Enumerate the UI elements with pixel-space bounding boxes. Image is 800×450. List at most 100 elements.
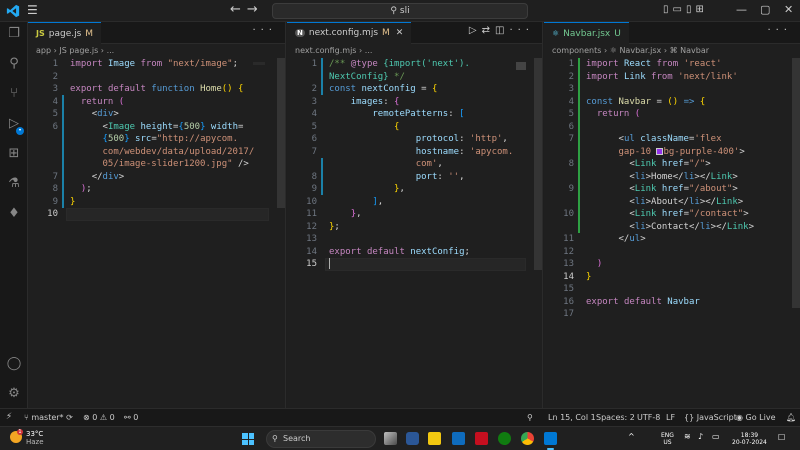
- settings-gear-icon[interactable]: ⚙: [6, 386, 22, 402]
- close-tab-icon[interactable]: ✕: [396, 28, 404, 38]
- command-center-search[interactable]: ⚲ sli: [272, 3, 528, 19]
- code-line[interactable]: 10: [28, 208, 285, 221]
- code-line[interactable]: 11 },: [287, 208, 542, 221]
- code-line[interactable]: {500} src="http://apycom.: [28, 133, 285, 146]
- run-debug-icon[interactable]: ▷: [6, 116, 22, 132]
- minimize-button[interactable]: —: [736, 3, 747, 16]
- breadcrumb-item[interactable]: components: [552, 46, 601, 55]
- code-line[interactable]: 9}: [28, 196, 285, 209]
- code-line[interactable]: 13 ): [544, 258, 800, 271]
- breadcrumb-item[interactable]: ⚛ Navbar.jsx: [610, 46, 662, 55]
- code-line[interactable]: 14 export default nextConfig;: [287, 246, 542, 259]
- code-line[interactable]: 12};: [287, 221, 542, 234]
- code-line[interactable]: 1 import Image from "next/image";: [28, 58, 285, 71]
- mail-icon[interactable]: [452, 432, 465, 445]
- source-control-icon[interactable]: ⑂: [6, 86, 22, 102]
- code-line[interactable]: 15: [544, 283, 800, 296]
- code-line[interactable]: 9 <Link href="/about">: [544, 183, 800, 196]
- breadcrumb-item[interactable]: next.config.mjs: [295, 46, 356, 55]
- code-line[interactable]: 11 </ul>: [544, 233, 800, 246]
- wifi-icon[interactable]: ≋: [684, 432, 691, 441]
- widgets-icon[interactable]: [406, 432, 419, 445]
- code-line[interactable]: 3 images: {: [287, 96, 542, 109]
- code-line[interactable]: 5 <div>: [28, 108, 285, 121]
- language-indicator[interactable]: ENG US: [661, 432, 674, 446]
- toggle-panel-icon[interactable]: ▭: [673, 4, 686, 15]
- toggle-sidebar-icon[interactable]: ▯: [663, 4, 673, 15]
- code-line[interactable]: 9 },: [287, 183, 542, 196]
- customize-layout-icon[interactable]: ⊞: [695, 4, 707, 15]
- code-line[interactable]: 5 {: [287, 121, 542, 134]
- code-line[interactable]: 8 port: '',: [287, 171, 542, 184]
- testing-icon[interactable]: ⚗: [6, 176, 22, 192]
- vscode-taskbar-icon[interactable]: [544, 432, 557, 450]
- breadcrumb-item[interactable]: ...: [365, 46, 373, 55]
- notification-center-icon[interactable]: ☐: [778, 433, 785, 442]
- breadcrumb-item[interactable]: app: [36, 46, 51, 55]
- more-actions-icon[interactable]: ···: [252, 25, 277, 36]
- go-live-button[interactable]: ◉ Go Live: [736, 409, 776, 426]
- code-line[interactable]: 4 return (: [28, 96, 285, 109]
- code-line[interactable]: NextConfig} */: [287, 71, 542, 84]
- code-line[interactable]: 5 return (: [544, 108, 800, 121]
- code-line[interactable]: 3 export default function Home() {: [28, 83, 285, 96]
- clock[interactable]: 18:39 20-07-2024: [732, 432, 767, 446]
- file-explorer-icon[interactable]: [428, 432, 441, 445]
- chrome-icon[interactable]: [521, 432, 534, 445]
- speaker-icon[interactable]: ♪: [698, 432, 703, 441]
- code-editor[interactable]: 1 /** @type {import('next'). NextConfig} *…: [287, 58, 542, 408]
- code-line[interactable]: 8 <Link href="/">: [544, 158, 800, 171]
- code-line[interactable]: 4 const Navbar = () => {: [544, 96, 800, 109]
- code-editor[interactable]: 1 import React from 'react' 2 import Link f…: [544, 58, 800, 408]
- maximize-button[interactable]: ▢: [760, 3, 770, 16]
- branch-indicator[interactable]: ⑂ master* ⟳: [24, 409, 73, 426]
- code-line[interactable]: com',: [287, 158, 542, 171]
- code-line[interactable]: 14}: [544, 271, 800, 284]
- code-line[interactable]: 12: [544, 246, 800, 259]
- breadcrumb-item[interactable]: JS page.js: [59, 46, 98, 55]
- code-line[interactable]: <li>Contact</li></Link>: [544, 221, 800, 234]
- code-line[interactable]: 3: [544, 83, 800, 96]
- end-of-line[interactable]: LF: [666, 409, 675, 426]
- code-line[interactable]: 7 <ul className='flex: [544, 133, 800, 146]
- code-line[interactable]: 13: [287, 233, 542, 246]
- code-line[interactable]: 2 const nextConfig = {: [287, 83, 542, 96]
- indentation[interactable]: Spaces: 2: [596, 409, 635, 426]
- code-line[interactable]: <li>Home</li></Link>: [544, 171, 800, 184]
- close-window-button[interactable]: ✕: [784, 3, 793, 16]
- code-line[interactable]: 6 <Image height={500} width=: [28, 121, 285, 134]
- code-line[interactable]: 7 </div>: [28, 171, 285, 184]
- code-line[interactable]: 4 remotePatterns: [: [287, 108, 542, 121]
- code-line[interactable]: 10 ],: [287, 196, 542, 209]
- problems-indicator[interactable]: ⊗ 0 ⚠ 0: [83, 409, 115, 426]
- forward-arrow-icon[interactable]: →: [247, 2, 264, 17]
- code-line[interactable]: 7 hostname: 'apycom.: [287, 146, 542, 159]
- back-arrow-icon[interactable]: ←: [230, 2, 247, 17]
- taskbar-search[interactable]: ⚲ Search: [266, 430, 376, 448]
- code-line[interactable]: 10 <Link href="/contact">: [544, 208, 800, 221]
- more-actions-icon[interactable]: ···: [509, 25, 534, 36]
- remote-indicator-icon[interactable]: ⚡: [0, 409, 18, 426]
- tab-navbar-jsx[interactable]: ⚛ Navbar.jsx U: [544, 22, 629, 44]
- compare-icon[interactable]: ⇄: [482, 25, 495, 36]
- code-line[interactable]: 05/image-slider1200.jpg" />: [28, 158, 285, 171]
- tab-next-config[interactable]: Nnext.config.mjs M ✕: [287, 22, 412, 44]
- explorer-icon[interactable]: ❐: [6, 26, 22, 42]
- code-line[interactable]: 15: [287, 258, 542, 271]
- tab-page-js[interactable]: JS page.js M: [28, 22, 102, 44]
- search-icon[interactable]: ⚲: [6, 56, 22, 72]
- xbox-icon[interactable]: [498, 432, 511, 445]
- app-red-icon[interactable]: [475, 432, 488, 445]
- code-editor[interactable]: 1 import Image from "next/image"; 2 3 export…: [28, 58, 285, 408]
- split-editor-icon[interactable]: ◫: [495, 25, 509, 36]
- code-line[interactable]: 17: [544, 308, 800, 321]
- breadcrumb-item[interactable]: ...: [107, 46, 115, 55]
- extensions-icon[interactable]: ⊞: [6, 146, 22, 162]
- cursor-position[interactable]: Ln 15, Col 1: [548, 409, 596, 426]
- task-view-icon[interactable]: [384, 432, 397, 445]
- code-line[interactable]: com/webdev/data/upload/2017/: [28, 146, 285, 159]
- code-line[interactable]: 2: [28, 71, 285, 84]
- zoom-icon[interactable]: ⚲: [527, 409, 533, 426]
- code-line[interactable]: 1 import React from 'react': [544, 58, 800, 71]
- run-icon[interactable]: ▷: [469, 25, 482, 36]
